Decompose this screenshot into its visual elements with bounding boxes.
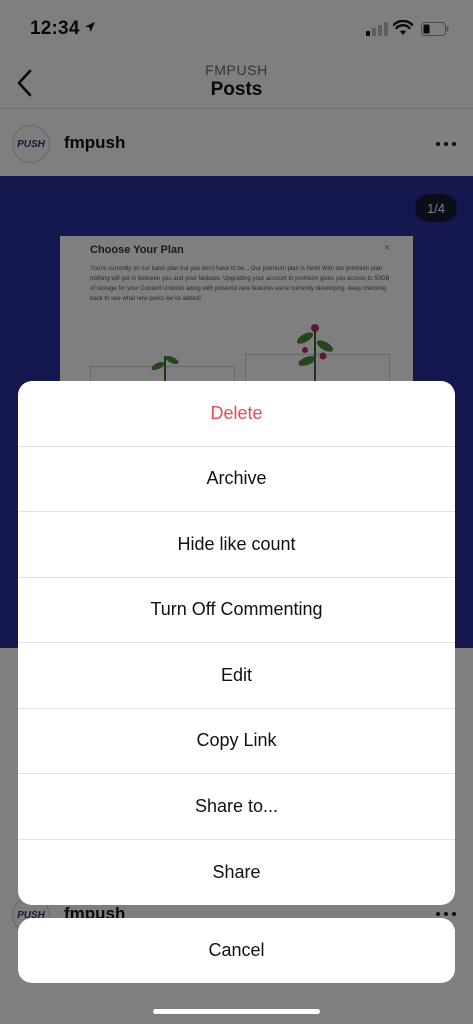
turn-off-commenting-button[interactable]: Turn Off Commenting — [18, 578, 455, 643]
hide-like-count-button[interactable]: Hide like count — [18, 512, 455, 578]
action-sheet: Delete Archive Hide like count Turn Off … — [18, 381, 455, 905]
copy-link-button[interactable]: Copy Link — [18, 709, 455, 774]
share-to-button[interactable]: Share to... — [18, 774, 455, 840]
delete-button[interactable]: Delete — [18, 381, 455, 447]
home-indicator[interactable] — [153, 1009, 320, 1014]
share-button[interactable]: Share — [18, 840, 455, 906]
edit-button[interactable]: Edit — [18, 643, 455, 709]
archive-button[interactable]: Archive — [18, 447, 455, 512]
cancel-button[interactable]: Cancel — [18, 918, 455, 983]
